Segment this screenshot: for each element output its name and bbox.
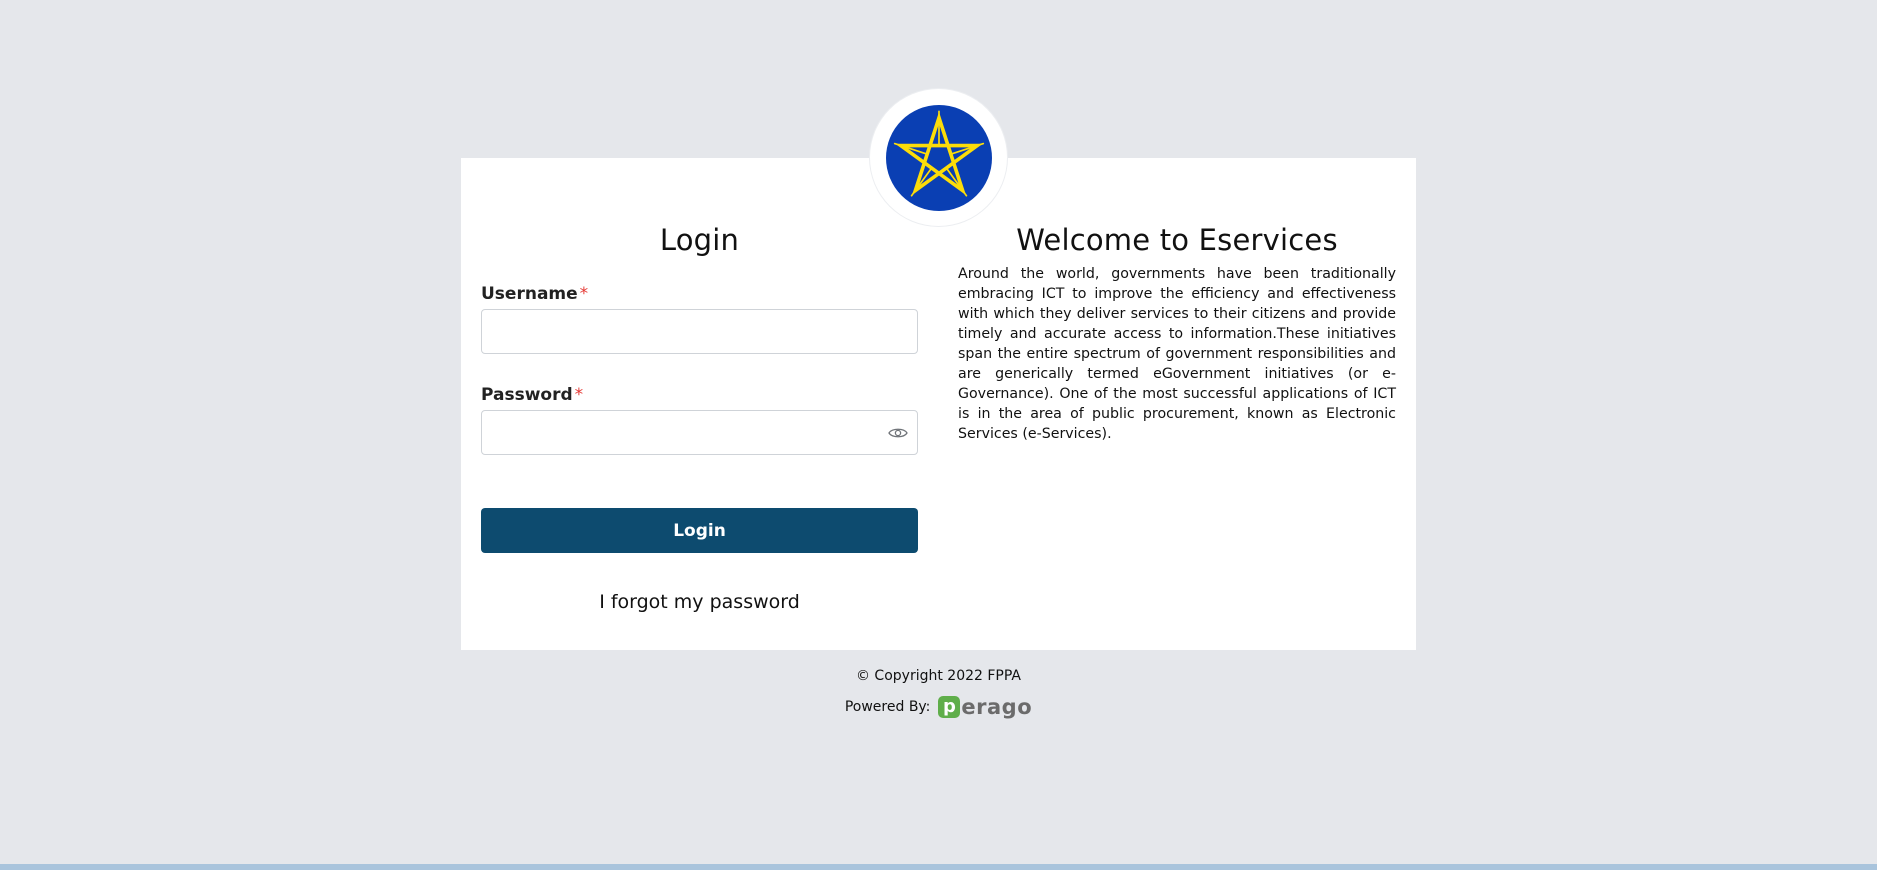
login-page: Login Username * Password * Login I forg… <box>0 0 1877 870</box>
login-column: Login Username * Password * Login I forg… <box>481 220 918 613</box>
welcome-column: Welcome to Eservices Around the world, g… <box>958 220 1396 442</box>
login-card: Login Username * Password * Login I forg… <box>461 158 1416 650</box>
login-title: Login <box>659 223 740 257</box>
username-label: Username * <box>481 282 918 306</box>
emblem-badge <box>870 89 1007 226</box>
password-label: Password * <box>481 383 918 407</box>
powered-by-label: Powered By: <box>844 699 931 715</box>
copyright-text: © Copyright 2022 FPPA <box>855 668 1021 684</box>
ethiopian-emblem-icon <box>885 104 992 211</box>
perago-logo[interactable]: p erago <box>938 695 1032 719</box>
username-label-text: Username <box>481 284 578 304</box>
perago-logo-text: erago <box>961 695 1033 719</box>
password-required-mark: * <box>574 385 584 405</box>
forgot-password-link[interactable]: I forgot my password <box>481 589 918 615</box>
powered-by: Powered By: p erago <box>0 694 1877 720</box>
username-input[interactable] <box>482 310 917 353</box>
username-required-mark: * <box>579 284 589 304</box>
welcome-title: Welcome to Eservices <box>1016 223 1338 257</box>
username-field-box <box>481 309 918 354</box>
password-input[interactable] <box>482 411 917 454</box>
password-group: Password * <box>481 383 918 455</box>
login-button[interactable]: Login <box>481 508 918 553</box>
password-field-box <box>481 410 918 455</box>
welcome-description: Around the world, governments have been … <box>958 266 1396 442</box>
username-group: Username * <box>481 282 918 354</box>
perago-logo-mark: p <box>938 696 961 718</box>
bottom-bar <box>0 864 1877 870</box>
eye-icon[interactable] <box>888 424 908 442</box>
password-label-text: Password <box>481 385 573 405</box>
